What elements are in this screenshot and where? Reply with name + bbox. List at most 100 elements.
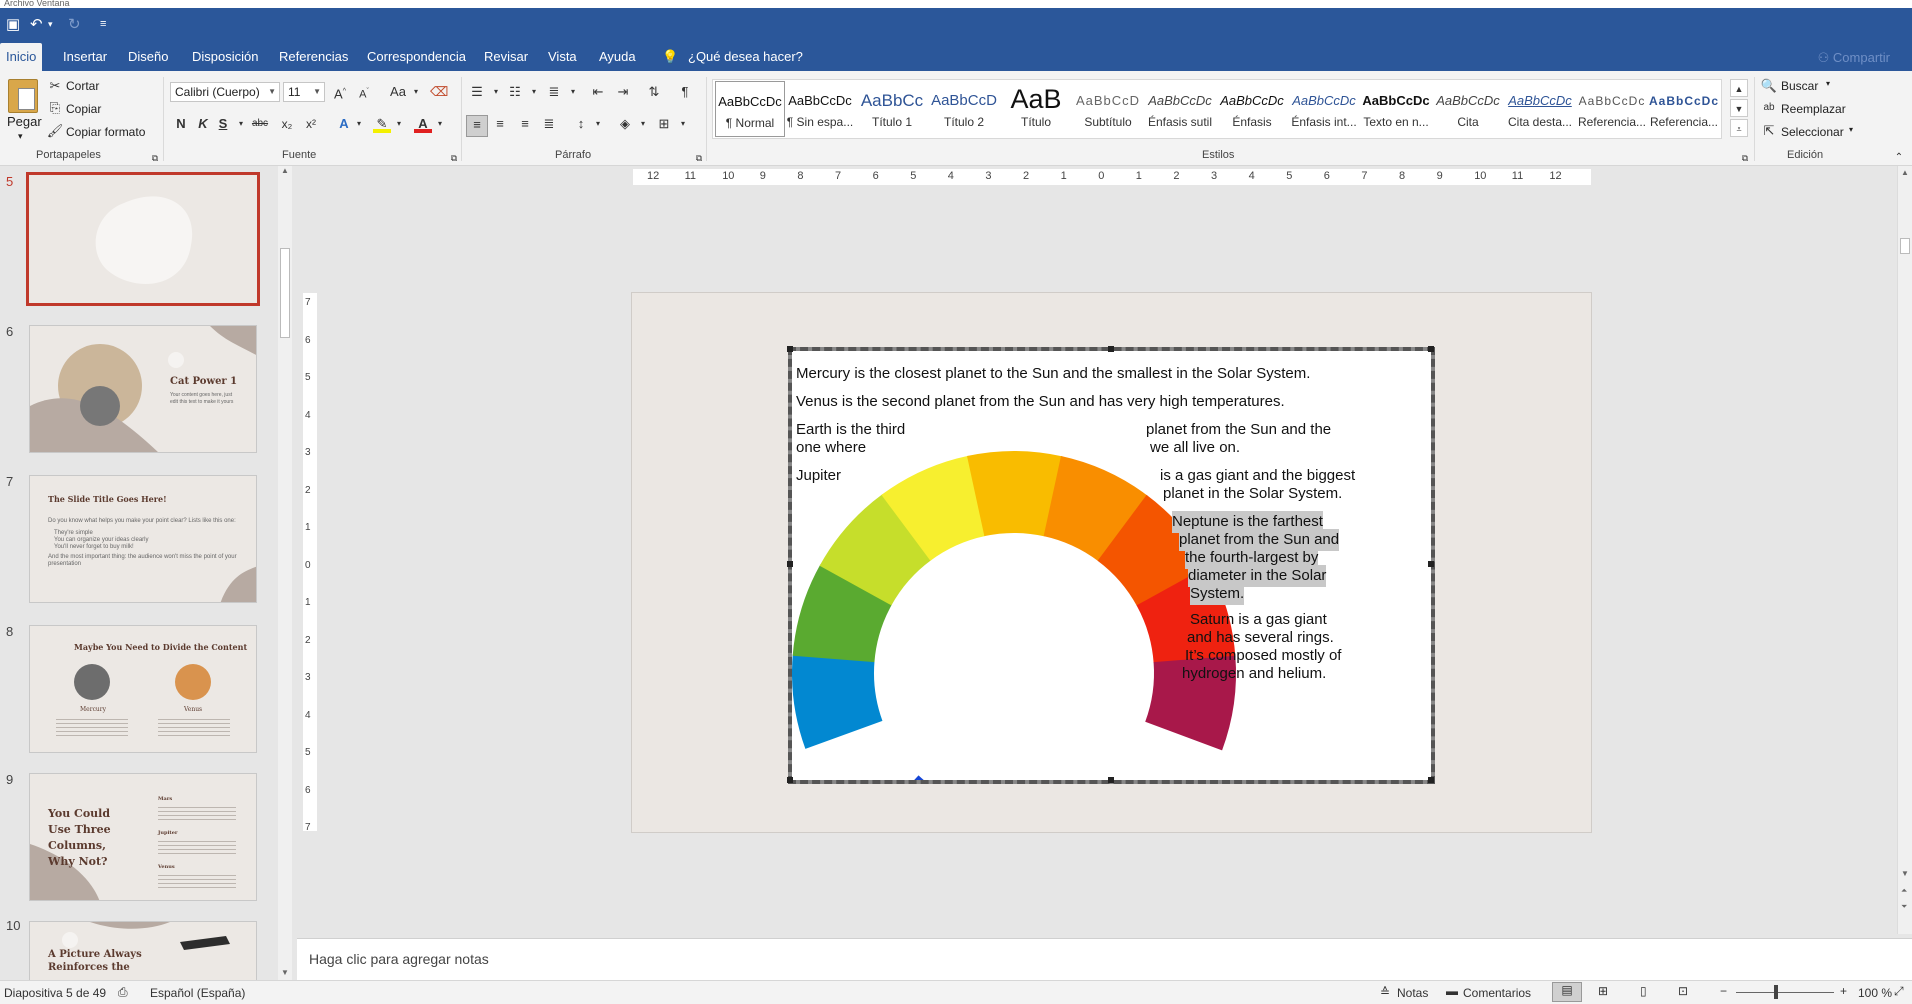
grow-font-icon[interactable]: A^	[331, 83, 349, 101]
resize-handle[interactable]	[787, 346, 793, 352]
select-button[interactable]: Seleccionar	[1781, 125, 1844, 139]
next-slide-icon[interactable]: ⏷	[1901, 902, 1907, 912]
slide-counter[interactable]: Diapositiva 5 de 49	[4, 986, 106, 1000]
tell-me-search[interactable]: ¿Qué desea hacer?	[688, 49, 803, 64]
chevron-down-icon[interactable]: ▾	[1849, 125, 1853, 134]
slide-sorter-icon[interactable]: ⊞	[1598, 984, 1608, 998]
resize-handle[interactable]	[1428, 777, 1434, 783]
styles-scroll-up-icon[interactable]: ▲	[1730, 79, 1748, 97]
underline-button[interactable]: S	[214, 115, 232, 133]
styles-launcher-icon[interactable]: ⧉	[1736, 149, 1754, 167]
select-cursor-icon[interactable]: ⇱	[1760, 122, 1778, 140]
scrollbar-thumb[interactable]	[1900, 238, 1910, 254]
undo-dropdown-icon[interactable]: ▾	[48, 17, 53, 32]
subscript-button[interactable]: x₂	[278, 115, 296, 133]
zoom-slider[interactable]	[1736, 992, 1834, 993]
reading-view-icon[interactable]: ▯	[1640, 984, 1647, 998]
style-item[interactable]: AaBbCcDc Cita	[1433, 81, 1503, 137]
comments-toggle[interactable]: Comentarios	[1463, 986, 1531, 1000]
multilevel-list-icon[interactable]: ≣	[545, 83, 563, 101]
align-left-icon[interactable]: ≡	[466, 115, 488, 137]
spellcheck-icon[interactable]: ⎙	[118, 985, 128, 1000]
zoom-slider-thumb[interactable]	[1774, 985, 1778, 999]
tab-ayuda[interactable]: Ayuda	[599, 49, 636, 64]
style-item[interactable]: AaBbCcDc Énfasis sutil	[1145, 81, 1215, 137]
scroll-up-icon[interactable]: ▲	[1901, 168, 1909, 177]
thumbnail-slide-7[interactable]: The Slide Title Goes Here! Do you know w…	[29, 475, 257, 603]
previous-slide-icon[interactable]: ⏶	[1901, 886, 1907, 896]
italic-button[interactable]: K	[194, 115, 212, 133]
tab-diseno[interactable]: Diseño	[128, 49, 168, 64]
scroll-down-icon[interactable]: ▼	[281, 968, 289, 977]
highlight-icon[interactable]: ✎	[373, 115, 391, 133]
chevron-down-icon[interactable]: ▾	[634, 115, 652, 133]
strikethrough-button[interactable]: abc	[248, 115, 272, 133]
chevron-down-icon[interactable]: ▾	[487, 83, 505, 101]
chevron-down-icon[interactable]: ▾	[564, 83, 582, 101]
pilcrow-icon[interactable]: ¶	[676, 83, 694, 101]
align-center-icon[interactable]: ≡	[491, 115, 509, 133]
sort-icon[interactable]: ⇅	[645, 83, 663, 101]
bold-button[interactable]: N	[172, 115, 190, 133]
tab-vista[interactable]: Vista	[548, 49, 577, 64]
copy-icon[interactable]: ⎘	[46, 99, 64, 117]
superscript-button[interactable]: x²	[302, 115, 320, 133]
style-item[interactable]: AaB Título	[1001, 81, 1071, 137]
font-name-box[interactable]: Calibri (Cuerpo) ▼	[170, 82, 280, 102]
slideshow-icon[interactable]: ⊡	[1678, 984, 1688, 998]
format-painter-icon[interactable]: 🖌	[46, 122, 64, 140]
zoom-in-icon[interactable]: +	[1840, 984, 1847, 998]
font-size-box[interactable]: 11 ▼	[283, 82, 325, 102]
resize-handle[interactable]	[787, 561, 793, 567]
style-item[interactable]: AaBbCcDc Cita desta...	[1505, 81, 1575, 137]
increase-indent-icon[interactable]: ⇥	[614, 83, 632, 101]
canvas-scrollbar[interactable]: ▲ ▼ ⏶ ⏷	[1897, 166, 1912, 934]
chevron-down-icon[interactable]: ▾	[350, 115, 368, 133]
language-status[interactable]: Español (España)	[150, 986, 245, 1000]
style-item[interactable]: AaBbCcDc Referencia...	[1577, 81, 1647, 137]
tab-referencias[interactable]: Referencias	[279, 49, 348, 64]
undo-icon[interactable]: ↶	[30, 17, 43, 32]
notes-pane[interactable]: Haga clic para agregar notas	[297, 938, 1912, 980]
paste-button[interactable]: Pegar	[7, 114, 42, 129]
paste-icon[interactable]	[8, 79, 38, 113]
copy-button[interactable]: Copiar	[66, 102, 101, 116]
scissors-icon[interactable]: ✂	[46, 77, 64, 95]
style-item[interactable]: AaBbCcDc Referencia...	[1649, 81, 1719, 137]
styles-more-icon[interactable]: ⩡	[1730, 119, 1748, 137]
chevron-down-icon[interactable]: ▾	[525, 83, 543, 101]
tab-inicio[interactable]: Inicio	[0, 43, 43, 71]
style-item[interactable]: AaBbCcDc Énfasis	[1217, 81, 1287, 137]
normal-view-icon[interactable]: ▤	[1552, 982, 1582, 1002]
paste-dropdown-icon[interactable]: ▾	[18, 131, 23, 142]
thumbnail-slide-5[interactable]	[26, 172, 260, 306]
customize-qat-icon[interactable]: ≡	[100, 17, 106, 32]
style-item[interactable]: AaBbCcDc ¶ Sin espa...	[785, 81, 855, 137]
tab-insertar[interactable]: Insertar	[63, 49, 107, 64]
chevron-down-icon[interactable]: ▾	[589, 115, 607, 133]
style-item[interactable]: AaBbCcD Título 2	[929, 81, 999, 137]
scroll-down-icon[interactable]: ▼	[1901, 869, 1909, 878]
clear-formatting-icon[interactable]: ⌫	[430, 83, 448, 101]
resize-handle[interactable]	[1108, 777, 1114, 783]
resize-handle[interactable]	[1428, 346, 1434, 352]
font-color-icon[interactable]: A	[414, 115, 432, 133]
zoom-level[interactable]: 100 %	[1858, 986, 1892, 1000]
tab-correspondencia[interactable]: Correspondencia	[367, 49, 466, 64]
shrink-font-icon[interactable]: Aˇ	[355, 83, 373, 101]
style-item[interactable]: AaBbCcDc Énfasis int...	[1289, 81, 1359, 137]
comments-icon[interactable]: ▬	[1446, 984, 1458, 998]
thumbnail-slide-6[interactable]: Cat Power 1 Your content goes here, just…	[29, 325, 257, 453]
align-right-icon[interactable]: ≡	[516, 115, 534, 133]
style-item[interactable]: AaBbCcDc ¶ Normal	[715, 81, 785, 137]
save-icon[interactable]: ▣	[6, 17, 20, 32]
thumbnail-slide-8[interactable]: Maybe You Need to Divide the Content Mer…	[29, 625, 257, 753]
thumbnail-slide-10[interactable]: A Picture Always Reinforces the	[29, 921, 257, 980]
notes-icon[interactable]: ≙	[1380, 985, 1390, 999]
justify-icon[interactable]: ≣	[540, 115, 558, 133]
thumbnail-slide-9[interactable]: You Could Use Three Columns, Why Not? Ma…	[29, 773, 257, 901]
line-spacing-icon[interactable]: ↕	[572, 115, 590, 133]
clipboard-launcher-icon[interactable]: ⧉	[146, 149, 164, 167]
zoom-out-icon[interactable]: −	[1720, 984, 1727, 998]
fit-slide-icon[interactable]: ⤢	[1894, 984, 1904, 999]
